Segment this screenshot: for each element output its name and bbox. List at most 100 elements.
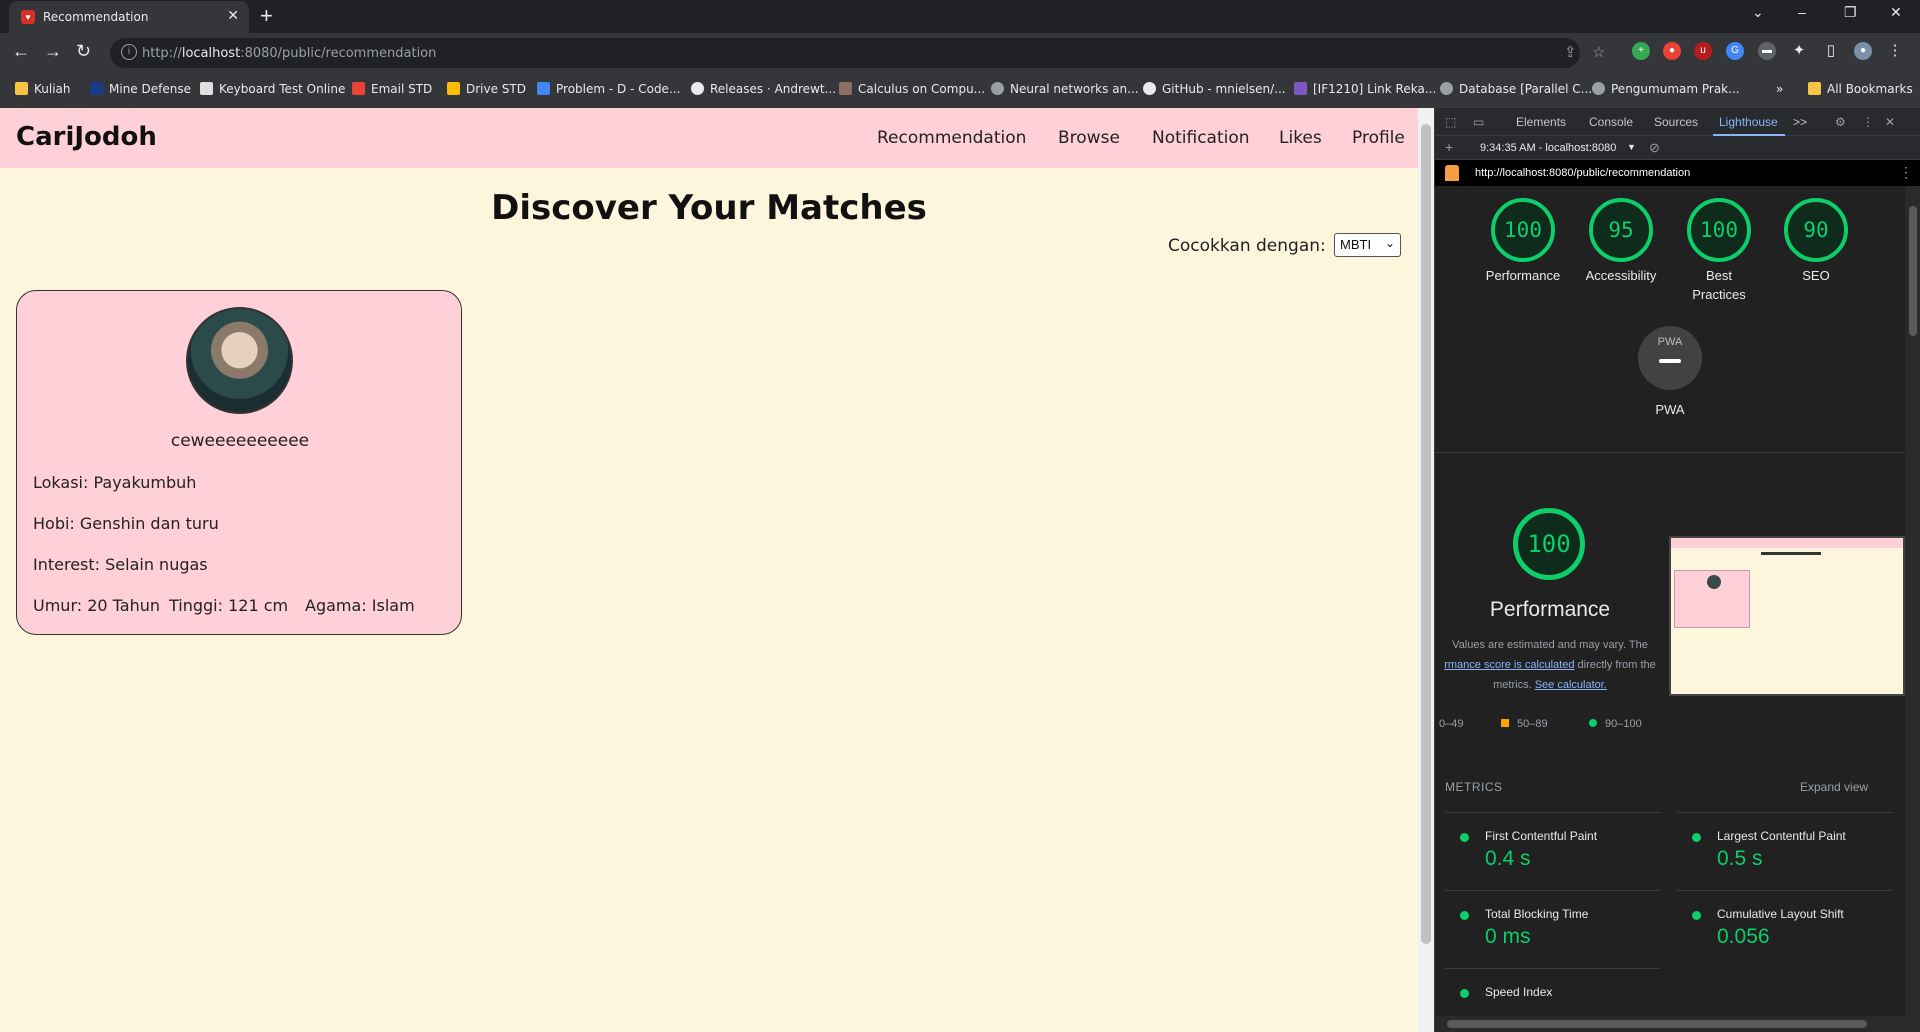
kebab-menu-icon[interactable]: ⋮ bbox=[1862, 115, 1874, 129]
clear-icon[interactable]: ⊘ bbox=[1649, 140, 1660, 156]
new-tab-icon[interactable]: + bbox=[260, 3, 273, 29]
report-hscroll-thumb[interactable] bbox=[1447, 1020, 1867, 1028]
bookmark-item[interactable]: Releases · Andrewt... bbox=[691, 82, 836, 96]
tab-lighthouse[interactable]: Lighthouse bbox=[1719, 115, 1778, 129]
nav-link-browse[interactable]: Browse bbox=[1058, 128, 1120, 148]
score-calculated-link[interactable]: rmance score is calculated bbox=[1444, 659, 1574, 671]
metric-pass-icon bbox=[1692, 911, 1701, 920]
match-select[interactable]: MBTI ⌄ bbox=[1334, 233, 1401, 257]
score-label-best-practices: Best Practices bbox=[1692, 268, 1746, 302]
nav-link-recommendation[interactable]: Recommendation bbox=[877, 128, 1026, 148]
report-scroll-thumb[interactable] bbox=[1909, 206, 1917, 336]
score-label-seo: SEO bbox=[1802, 268, 1830, 283]
tab-sources[interactable]: Sources bbox=[1654, 115, 1698, 129]
bookmark-item[interactable]: Email STD bbox=[352, 82, 432, 96]
page-screenshot-thumbnail[interactable] bbox=[1669, 536, 1905, 696]
bookmarks-bar: Kuliah Mine Defense Keyboard Test Online… bbox=[0, 72, 1920, 108]
metric-value: 0.4 s bbox=[1485, 847, 1531, 870]
avatar bbox=[186, 307, 293, 414]
nav-link-profile[interactable]: Profile bbox=[1352, 128, 1405, 148]
match-select-value: MBTI bbox=[1340, 237, 1372, 252]
url-text[interactable]: http://localhost:8080/public/recommendat… bbox=[142, 46, 436, 61]
bookmark-star-icon[interactable]: ☆ bbox=[1592, 43, 1605, 61]
bookmark-item[interactable]: Database [Parallel C... bbox=[1440, 82, 1592, 96]
metric-name: Speed Index bbox=[1485, 985, 1553, 999]
page-scrollbar-thumb[interactable] bbox=[1421, 124, 1431, 944]
card-location: Lokasi: Payakumbuh bbox=[33, 473, 197, 492]
share-icon[interactable]: ⇪ bbox=[1564, 43, 1577, 61]
extensions-puzzle-icon[interactable]: ✦ bbox=[1790, 42, 1808, 60]
bookmark-item[interactable]: Pengumumam Prak... bbox=[1592, 82, 1740, 96]
nav-link-notification[interactable]: Notification bbox=[1152, 128, 1250, 148]
report-vertical-scrollbar[interactable] bbox=[1905, 186, 1920, 1032]
ublock-icon[interactable]: u bbox=[1694, 42, 1712, 60]
report-horizontal-scrollbar[interactable] bbox=[1435, 1016, 1905, 1032]
bookmark-item[interactable]: Kuliah bbox=[15, 82, 71, 96]
forward-icon[interactable]: → bbox=[44, 41, 62, 62]
report-dropdown-icon[interactable]: ▼ bbox=[1627, 142, 1636, 152]
bookmark-item[interactable]: Calculus on Compu... bbox=[839, 82, 985, 96]
bookmark-item[interactable]: Problem - D - Code... bbox=[537, 82, 680, 96]
extension-folder-icon[interactable]: ▬ bbox=[1758, 42, 1776, 60]
report-selector[interactable]: 9:34:35 AM - localhost:8080 bbox=[1480, 142, 1616, 154]
profile-avatar[interactable]: ● bbox=[1854, 42, 1872, 60]
score-gauge-seo[interactable]: 90 bbox=[1784, 198, 1848, 262]
metric-name: Cumulative Layout Shift bbox=[1717, 907, 1844, 921]
plus-icon[interactable]: + bbox=[1445, 139, 1453, 155]
tab-elements[interactable]: Elements bbox=[1516, 115, 1566, 129]
metric-pass-icon bbox=[1692, 833, 1701, 842]
back-icon[interactable]: ← bbox=[12, 41, 30, 62]
report-url-bar: http://localhost:8080/public/recommendat… bbox=[1435, 160, 1920, 186]
extension-g-icon[interactable]: G bbox=[1726, 42, 1744, 60]
reload-icon[interactable]: ↻ bbox=[76, 41, 91, 62]
nav-link-likes[interactable]: Likes bbox=[1279, 128, 1322, 148]
minimize-icon[interactable]: – bbox=[1798, 4, 1806, 20]
score-gauge-performance[interactable]: 100 bbox=[1491, 198, 1555, 262]
extension-plus-icon[interactable]: + bbox=[1632, 42, 1650, 60]
more-tabs-button[interactable]: >> bbox=[1793, 115, 1807, 129]
metric-name: Total Blocking Time bbox=[1485, 907, 1589, 921]
see-calculator-link[interactable]: See calculator. bbox=[1535, 679, 1607, 691]
legend-pass: 90–100 bbox=[1589, 718, 1642, 730]
metric-name: Largest Contentful Paint bbox=[1717, 829, 1846, 843]
desc-line-1: Values are estimated and may vary. The bbox=[1452, 639, 1648, 651]
card-username: ceweeeeeeeeee bbox=[170, 431, 310, 451]
bookmark-item[interactable]: Mine Defense bbox=[90, 82, 191, 96]
bookmark-item[interactable]: [IF1210] Link Reka... bbox=[1294, 82, 1436, 96]
tab-title: Recommendation bbox=[43, 10, 149, 24]
pwa-badge[interactable]: PWA bbox=[1638, 326, 1702, 390]
report-menu-icon[interactable]: ⋮ bbox=[1899, 164, 1913, 181]
bookmark-item[interactable]: GitHub - mnielsen/... bbox=[1143, 82, 1286, 96]
restore-icon[interactable]: ❐ bbox=[1844, 4, 1857, 21]
expand-view-button[interactable]: Expand view bbox=[1800, 780, 1868, 794]
chrome-menu-icon[interactable]: ⋮ bbox=[1886, 42, 1904, 60]
score-gauge-accessibility[interactable]: 95 bbox=[1589, 198, 1653, 262]
tab-console[interactable]: Console bbox=[1589, 115, 1633, 129]
bookmark-item[interactable]: Keyboard Test Online bbox=[200, 82, 345, 96]
extension-shield-icon[interactable]: ● bbox=[1663, 42, 1681, 60]
side-panel-icon[interactable]: ▯ bbox=[1822, 42, 1840, 60]
score-gauge-best-practices[interactable]: 100 bbox=[1687, 198, 1751, 262]
pwa-label: PWA bbox=[1655, 402, 1685, 417]
page-scrollbar[interactable] bbox=[1418, 108, 1434, 1032]
address-bar[interactable]: i http://localhost:8080/public/recommend… bbox=[110, 38, 1605, 68]
bookmark-overflow-button[interactable]: » bbox=[1776, 82, 1783, 96]
gear-icon[interactable]: ⚙ bbox=[1835, 115, 1846, 129]
close-devtools-icon[interactable]: ✕ bbox=[1885, 115, 1895, 129]
device-toolbar-icon[interactable]: ▭ bbox=[1473, 115, 1484, 129]
site-logo[interactable]: CariJodoh bbox=[16, 122, 157, 152]
lighthouse-icon bbox=[1445, 165, 1459, 181]
close-tab-icon[interactable]: ✕ bbox=[227, 7, 239, 24]
bookmark-item[interactable]: Neural networks an... bbox=[991, 82, 1139, 96]
tab-search-icon[interactable]: ⌄ bbox=[1752, 4, 1764, 21]
site-info-icon[interactable]: i bbox=[121, 44, 137, 60]
thumb-navbar bbox=[1671, 538, 1903, 548]
bookmark-item[interactable]: Drive STD bbox=[447, 82, 526, 96]
performance-gauge-large: 100 bbox=[1513, 508, 1585, 580]
browser-tab[interactable]: ♥ Recommendation ✕ bbox=[9, 1, 249, 33]
match-card[interactable]: ceweeeeeeeeee Lokasi: Payakumbuh Hobi: G… bbox=[16, 290, 462, 635]
close-window-icon[interactable]: ✕ bbox=[1890, 4, 1902, 21]
inspect-icon[interactable]: ⬚ bbox=[1445, 115, 1456, 129]
report-url[interactable]: http://localhost:8080/public/recommendat… bbox=[1475, 167, 1690, 179]
bookmark-folder-all[interactable]: All Bookmarks bbox=[1808, 82, 1913, 96]
